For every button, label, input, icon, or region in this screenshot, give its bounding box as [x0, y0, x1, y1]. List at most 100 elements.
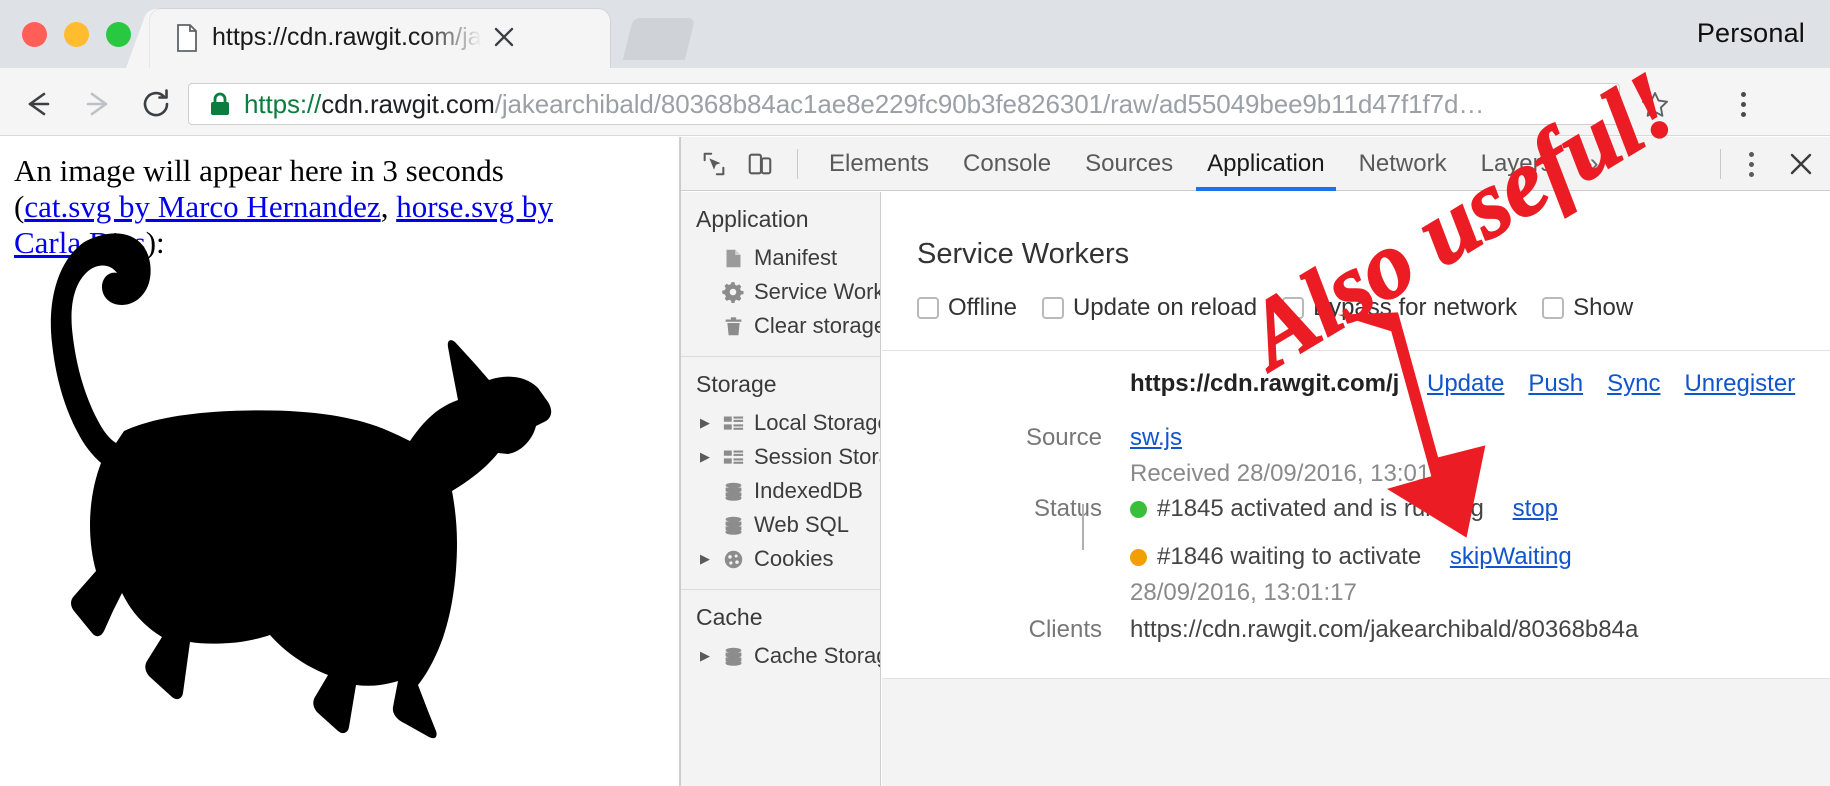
sidebar-item-local-storage[interactable]: ▶ Local Storage: [681, 406, 880, 440]
cat-silhouette: [0, 219, 560, 779]
expand-arrow-icon[interactable]: ▶: [698, 648, 712, 664]
checkbox-box[interactable]: [1282, 297, 1304, 319]
clients-value: https://cdn.rawgit.com/jakearchibald/803…: [1130, 616, 1638, 644]
tab-elements[interactable]: Elements: [812, 137, 946, 191]
sidebar-item-label: Cookies: [754, 546, 833, 572]
close-icon[interactable]: [490, 23, 518, 51]
offline-checkbox[interactable]: Offline: [917, 294, 1017, 322]
service-workers-pane: Service Workers Offline Update on reload…: [882, 192, 1830, 786]
expand-arrow-icon[interactable]: ▶: [698, 551, 712, 567]
sidebar-item-label: Clear storage: [754, 313, 881, 339]
database-icon: [721, 644, 745, 668]
push-link[interactable]: Push: [1528, 370, 1583, 398]
status-row-waiting: #1846 waiting to activate skipWaiting: [1130, 543, 1572, 571]
unregister-link[interactable]: Unregister: [1684, 370, 1795, 398]
devtools-tab-strip: Elements Console Sources Application Net…: [812, 137, 1613, 191]
tab-label: Layers: [1481, 150, 1553, 178]
window-traffic-lights: [22, 22, 131, 47]
maximize-window-button[interactable]: [106, 22, 131, 47]
expand-arrow-icon[interactable]: ▶: [698, 415, 712, 431]
sidebar-group-application: Application ▶ Manifest ▶ Service: [681, 192, 880, 357]
checkbox-label: Offline: [948, 294, 1017, 322]
checkbox-box[interactable]: [1542, 297, 1564, 319]
new-tab-button[interactable]: [623, 18, 695, 60]
url-host: cdn.rawgit.com: [321, 89, 494, 119]
table-icon: [721, 445, 745, 469]
close-devtools-icon[interactable]: [1771, 137, 1830, 191]
expand-arrow-icon[interactable]: ▶: [698, 449, 712, 465]
back-icon[interactable]: [18, 84, 58, 124]
tab-layers[interactable]: Layers: [1464, 137, 1570, 191]
browser-window: https://cdn.rawgit.com/jakearchibald/803…: [0, 0, 1830, 786]
forward-icon[interactable]: [78, 84, 118, 124]
clients-label: Clients: [902, 616, 1102, 644]
sw-js-link[interactable]: sw.js: [1130, 424, 1182, 451]
sidebar-item-label: IndexedDB: [754, 478, 863, 504]
tab-label: Console: [963, 150, 1051, 178]
device-toolbar-icon[interactable]: [737, 141, 783, 187]
tab-console[interactable]: Console: [946, 137, 1068, 191]
skip-waiting-link[interactable]: skipWaiting: [1450, 543, 1572, 570]
sidebar-item-session-storage[interactable]: ▶ Session Storage: [681, 440, 880, 474]
inspect-cursor-icon[interactable]: [691, 141, 737, 187]
sidebar-item-label: Web SQL: [754, 512, 849, 538]
sidebar-item-service-workers[interactable]: ▶ Service Workers: [681, 275, 880, 309]
sidebar-group-title: Cache: [681, 590, 880, 639]
gear-icon: [721, 280, 745, 304]
devtools-sidebar: Application ▶ Manifest ▶ Service: [681, 192, 881, 786]
menu-dot: [1741, 112, 1746, 117]
toolbar-divider: [797, 149, 798, 179]
sidebar-item-web-sql[interactable]: ▶ Web SQL: [681, 508, 880, 542]
profile-label[interactable]: Personal: [1697, 18, 1805, 49]
sidebar-item-label: Session Storage: [754, 444, 881, 470]
divider: [882, 350, 1830, 351]
menu-dot: [1741, 102, 1746, 107]
status-dot-green: [1130, 501, 1147, 518]
sync-link[interactable]: Sync: [1607, 370, 1660, 398]
tab-sources[interactable]: Sources: [1068, 137, 1190, 191]
cookie-icon: [721, 547, 745, 571]
sidebar-group-cache: Cache ▶ Cache Storage: [681, 590, 880, 686]
title-bar: https://cdn.rawgit.com/jakearchibald/803…: [0, 0, 1830, 68]
menu-dot: [1749, 172, 1754, 177]
menu-dot: [1749, 162, 1754, 167]
tab-application[interactable]: Application: [1190, 137, 1341, 191]
show-checkbox[interactable]: Show: [1542, 294, 1633, 322]
database-icon: [721, 479, 745, 503]
trash-icon: [721, 314, 745, 338]
sidebar-item-label: Manifest: [754, 245, 837, 271]
stop-link[interactable]: stop: [1513, 495, 1558, 522]
chrome-menu-icon[interactable]: [1725, 86, 1761, 122]
status-dot-orange: [1130, 549, 1147, 566]
sidebar-item-label: Local Storage: [754, 410, 881, 436]
tab-network[interactable]: Network: [1342, 137, 1464, 191]
minimize-window-button[interactable]: [64, 22, 89, 47]
bookmark-star-icon[interactable]: [1640, 90, 1670, 120]
more-tabs-icon[interactable]: »: [1570, 137, 1613, 191]
bypass-for-network-checkbox[interactable]: Bypass for network: [1282, 294, 1517, 322]
sidebar-item-cache-storage[interactable]: ▶ Cache Storage: [681, 639, 880, 673]
reload-icon[interactable]: [136, 84, 176, 124]
checkbox-box[interactable]: [917, 297, 939, 319]
sidebar-item-indexeddb[interactable]: ▶ IndexedDB: [681, 474, 880, 508]
address-bar[interactable]: https://cdn.rawgit.com/jakearchibald/803…: [188, 83, 1620, 125]
tab-label: Network: [1359, 150, 1447, 178]
url-path: /jakearchibald/80368b84ac1ae8e229fc90b3f…: [495, 89, 1485, 119]
devtools-panel: Elements Console Sources Application Net…: [680, 137, 1830, 786]
service-worker-options: Offline Update on reload Bypass for netw…: [917, 294, 1647, 322]
close-window-button[interactable]: [22, 22, 47, 47]
update-on-reload-checkbox[interactable]: Update on reload: [1042, 294, 1257, 322]
table-icon: [721, 411, 745, 435]
update-link[interactable]: Update: [1427, 370, 1504, 398]
devtools-menu-icon[interactable]: [1731, 137, 1771, 191]
checkbox-label: Update on reload: [1073, 294, 1257, 322]
sidebar-group-storage: Storage ▶ Local Storage ▶: [681, 357, 880, 590]
sidebar-item-clear-storage[interactable]: ▶ Clear storage: [681, 309, 880, 343]
service-worker-actions: Update Push Sync Unregister: [1427, 370, 1795, 398]
sidebar-item-manifest[interactable]: ▶ Manifest: [681, 241, 880, 275]
checkbox-box[interactable]: [1042, 297, 1064, 319]
checkbox-label: Bypass for network: [1313, 294, 1517, 322]
status-waiting-time: 28/09/2016, 13:01:17: [1130, 579, 1357, 607]
page-viewport: An image will appear here in 3 seconds (…: [0, 137, 680, 786]
sidebar-item-cookies[interactable]: ▶ Cookies: [681, 542, 880, 576]
